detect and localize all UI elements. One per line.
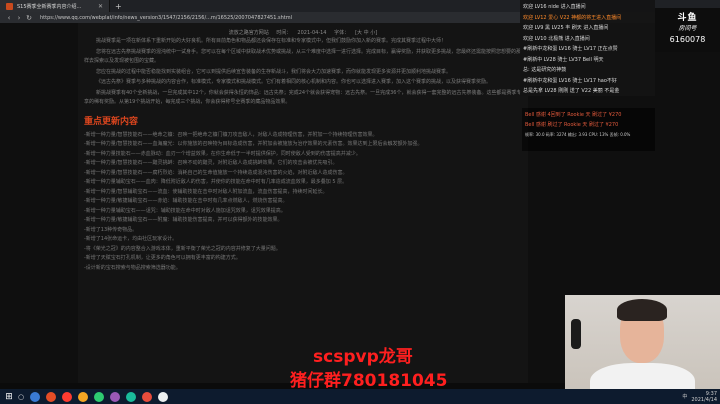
- chat-message: 总是先拿 LV28 刚刚 送了 V22 美丽 不是金: [523, 88, 620, 94]
- chat-message: 欢迎 LV12 爱心 V22 神都的将王进入直播间: [523, 14, 622, 21]
- overlay-line: Bell 感谢 4回到了 Rookie 天 刷过了 ¥270: [525, 112, 622, 118]
- app-icon[interactable]: [110, 391, 120, 402]
- room-label: 房间号: [678, 25, 697, 32]
- start-button[interactable]: ⊞: [3, 392, 15, 402]
- back-button[interactable]: ‹: [4, 14, 14, 22]
- list-item: -新增一种力量辅助宝石——血肉：降低附近敌人的伤害，并使你的技能在命中时有几率造…: [84, 179, 348, 185]
- intro-paragraph: 《远古先祭》赛季与多种挑战的内容合作，标准模式，专家模式和挑战模式。它们有着相同…: [96, 79, 492, 85]
- list-item: -设计新的宝石搜索与物品搜索筛选器功能。: [84, 264, 181, 271]
- list-item: -新增了14张命运卡，均由社区玩家设计。: [84, 236, 178, 242]
- intro-paragraph: 挑战赛季是一项在新体系下重新开始的大好良机。所有目前角色和物品都还会保存在标准和…: [96, 38, 447, 44]
- intro-paragraph: 您将在远古先祭挑战赛季的混沌统中一试身手。您可以在每个区域中获取战术优势或挑战，…: [84, 48, 522, 65]
- url-field[interactable]: https://www.qq.com/webplat/info/news_ver…: [40, 15, 292, 21]
- article: 流放之路官方网站 时间： 2021-04-14 字体： [大 中 小] 挑战赛季是一…: [78, 23, 528, 383]
- system-tray: 中 9:37 2021/4/14: [682, 391, 717, 403]
- search-icon[interactable]: ○: [15, 393, 27, 401]
- chrome-icon[interactable]: [94, 391, 104, 402]
- article-intro: 挑战赛季是一项在新体系下重新开始的大好良机。所有目前角色和物品都还会保存在标准和…: [84, 37, 522, 108]
- chat-message: #刷新中 LV28 骑士 LV37 Bell 明天: [523, 56, 604, 63]
- tab-title: S15赛季全新赛季内容介绍...: [17, 3, 82, 10]
- close-icon[interactable]: ✕: [98, 3, 103, 10]
- ime-indicator[interactable]: 中: [682, 393, 687, 400]
- section-title: 重点更新内容: [84, 116, 139, 127]
- stream-subtitle: 猪仔群780181045: [290, 371, 448, 391]
- article-time-label: 时间：: [276, 30, 292, 36]
- chat-message: 欢迎 LV9 黑 LV25 丰 刷天 进入直播间: [523, 25, 609, 31]
- intro-paragraph: 新挑战赛季有40个全新挑战，一旦完成其中12个，你就会获得永恒的饰品：远古先祭；…: [84, 89, 522, 106]
- stream-chat: 欢迎 LV16 nide 进入直播间 欢迎 LV12 爱心 V22 神都的将王进…: [520, 0, 655, 96]
- chat-message: #刷新中龙和蛋 LV16 骑士 LV17 hao不好: [523, 77, 617, 84]
- site-favicon-icon: [6, 2, 13, 10]
- chat-message: 总: 这是研究的神鼓: [523, 67, 567, 73]
- list-item: -新增了天赋宝石打孔机制，让更多的角色可以拥有更丰富的构建方式。: [84, 255, 241, 261]
- list-item: -新增一种力量/智慧技能石——绝命之镰：召唤一把绝命之镰门镰刀攻击敌人，对敌人造…: [84, 131, 378, 138]
- explorer-icon[interactable]: [30, 391, 40, 402]
- clock-date: 2021/4/14: [691, 396, 717, 403]
- douyu-logo: 斗鱼: [677, 13, 698, 23]
- room-number: 6160078: [669, 35, 706, 44]
- clock[interactable]: 9:37 2021/4/14: [691, 391, 717, 403]
- article-meta: 流放之路官方网站 时间： 2021-04-14 字体： [大 中 小]: [84, 29, 522, 37]
- webcam-feed: [565, 295, 720, 404]
- obs-icon[interactable]: [142, 391, 152, 402]
- new-tab-button[interactable]: +: [115, 2, 122, 11]
- app-icon[interactable]: [62, 391, 72, 402]
- font-size-options[interactable]: [大 中 小]: [355, 30, 377, 36]
- room-badge: 斗鱼 房间号 6160078: [655, 8, 720, 52]
- forward-button[interactable]: ›: [14, 14, 24, 22]
- app-icon[interactable]: [78, 391, 88, 402]
- taskbar: ⊞ ○ 中 9:37 2021/4/14: [0, 389, 720, 404]
- chat-message: 欢迎 LV16 nide 进入直播间: [523, 4, 586, 10]
- reload-button[interactable]: ↻: [24, 14, 34, 22]
- update-list: -新增一种力量/智慧技能石——绝命之镰：召唤一把绝命之镰门镰刀攻击敌人，对敌人造…: [84, 131, 522, 274]
- microphone-icon: [571, 319, 581, 349]
- list-item: -新增一种力量/智慧技能石——腐朽烈焰：消耗自己的生命值施放一个持续造成混沌伤害…: [84, 169, 348, 176]
- list-item: -将《荣光之冠》的内容整合入游戏本体，重新平衡了荣光之冠的内容并修复了大量问题。: [84, 245, 281, 252]
- stream-title: scspvp龙哥: [313, 347, 413, 367]
- overlay-line: Bell 感谢 刷过了 Rookie 天 刷过了 ¥270: [525, 122, 619, 128]
- chat-message: 欢迎 LV10 北极熊 进入直播间: [523, 35, 590, 42]
- browser-icon[interactable]: [46, 391, 56, 402]
- article-source: 流放之路官方网站: [228, 30, 269, 36]
- overlay-stats: 帧率: 30.0 码率: 3274 输出: 3.93 CPU: 13% 丢帧: …: [525, 132, 631, 137]
- list-item: -新增一种力量/敏捷辅助宝石——附魔：辅助技能伤害提高，并可以获得额外的技能效果…: [84, 217, 283, 223]
- browser-tab[interactable]: S15赛季全新赛季内容介绍... ✕: [0, 0, 110, 12]
- list-item: -新增一种力量/智慧技能石——血海魔光：以你施放的召唤物为目标造成伤害，并附加会…: [84, 141, 423, 147]
- list-item: -新增一种力量/智慧技能石——黯灵挑衅：召唤不动的黯灵，对附近敌人造成挑衅效果，…: [84, 160, 338, 166]
- list-item: -新增一种力量/智慧辅助宝石——流血：使辅助技能在击中时对敌人附加流血，流血伤害…: [84, 188, 328, 195]
- app-icon[interactable]: [158, 391, 168, 402]
- intro-paragraph: 您应在挑战的过程中能否稳能找到实装组合，它可以到提供后续宣告装备的生存新战斗，我…: [96, 68, 452, 75]
- stream-status-overlay: Bell 感谢 4回到了 Rookie 天 刷过了 ¥270 Bell 感谢 刷…: [522, 108, 655, 151]
- app-icon[interactable]: [126, 391, 136, 402]
- chat-message: #刷新中龙和蛋 LV16 骑士 LV17 正在点赞: [523, 46, 618, 52]
- list-item: -新增一种力量技能石——赤血脉动：血刃一个增益效果，在你生命低于一半时提供保护，…: [84, 150, 361, 157]
- person-hair: [617, 299, 667, 321]
- font-size-label: 字体：: [334, 30, 350, 36]
- list-item: -新增了13种传奇物品。: [84, 226, 138, 233]
- article-time: 2021-04-14: [297, 30, 327, 36]
- list-item: -新增一种力量/敏捷辅助宝石——赤焰：辅助技能在击中时有几率点燃敌人，燃烧伤害提…: [84, 198, 288, 204]
- list-item: -新增一种力量辅助宝石——诅咒：辅助技能在命中时对敌人施加诅咒效果，诅咒效果提高…: [84, 207, 286, 214]
